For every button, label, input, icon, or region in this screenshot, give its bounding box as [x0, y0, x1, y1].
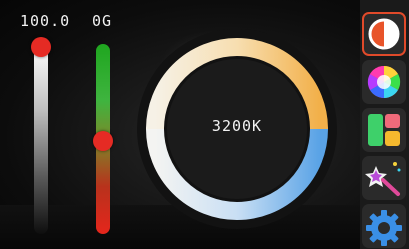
- brightness-value: 100.0: [20, 12, 71, 30]
- sidebar-item-settings[interactable]: [362, 204, 406, 248]
- green-magenta-value: 0G: [92, 12, 113, 30]
- sidebar-item-swatches[interactable]: [362, 108, 406, 152]
- cct-value: 3200K: [211, 117, 263, 135]
- brightness-slider-knob[interactable]: [31, 37, 51, 57]
- sidebar-item-cct[interactable]: [362, 12, 406, 56]
- light-control-screen: 100.0 0G 3200K: [0, 0, 409, 249]
- settings-gear-icon: [366, 210, 402, 246]
- sidebar-item-effects[interactable]: [362, 156, 406, 200]
- color-swatches-icon: [368, 114, 400, 146]
- brightness-slider-track[interactable]: [34, 44, 48, 234]
- cct-dial[interactable]: 3200K: [137, 29, 337, 229]
- sidebar-item-hsi[interactable]: [362, 60, 406, 104]
- green-magenta-slider-knob[interactable]: [93, 131, 113, 151]
- effects-magic-wand-icon: [365, 162, 401, 196]
- mode-sidebar: [360, 0, 409, 249]
- hsi-color-wheel-icon: [367, 65, 401, 99]
- cct-mode-icon: [368, 18, 400, 50]
